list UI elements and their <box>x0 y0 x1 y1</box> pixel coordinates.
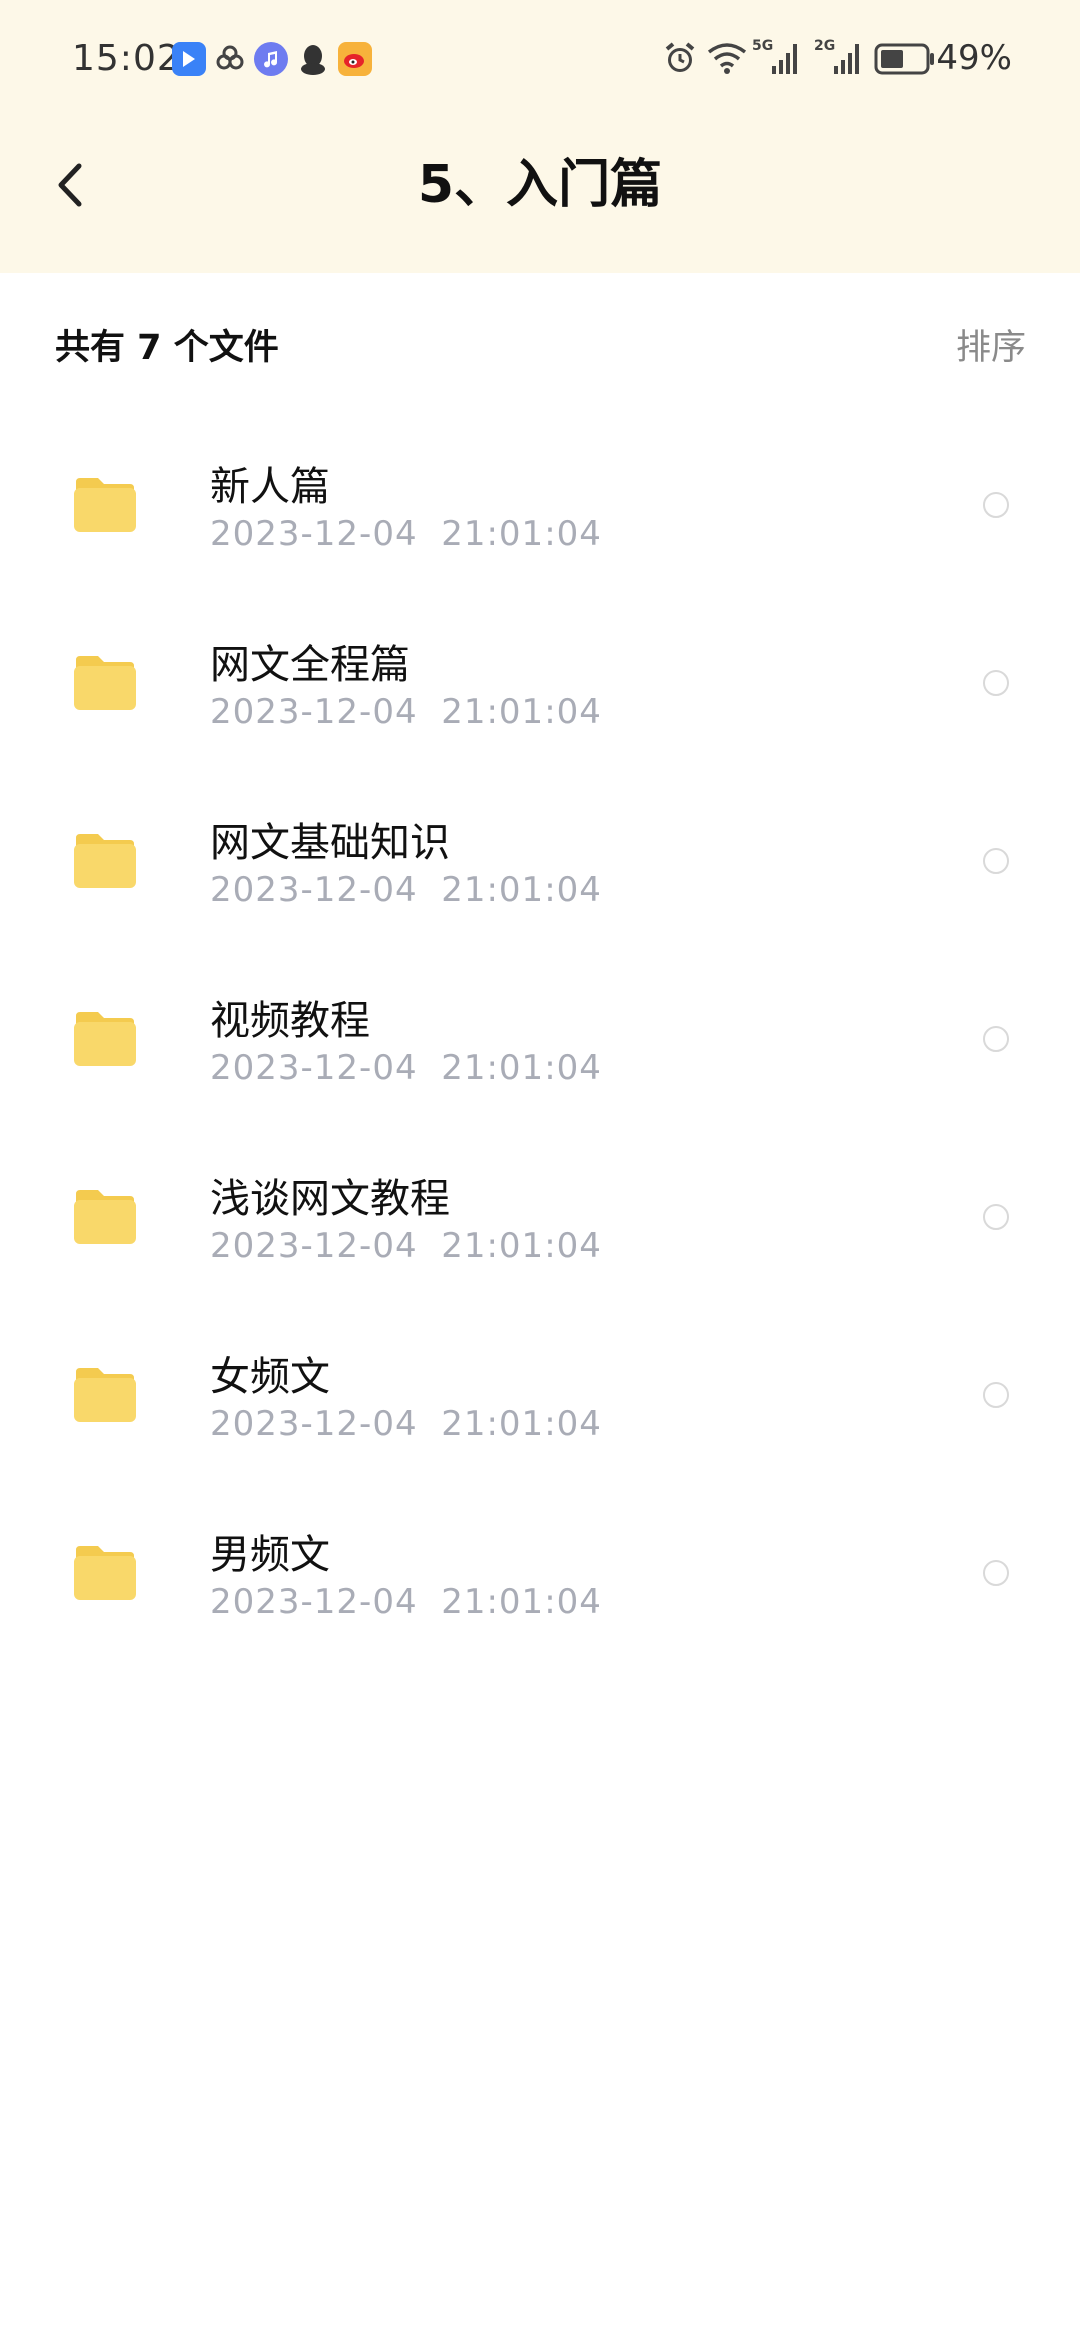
select-radio[interactable] <box>983 670 1009 696</box>
qq-penguin-icon <box>296 42 330 76</box>
list-item[interactable]: 视频教程 2023-12-04 21:01:04 <box>0 952 1080 1130</box>
folder-icon <box>72 1542 138 1602</box>
list-item[interactable]: 新人篇 2023-12-04 21:01:04 <box>0 418 1080 596</box>
select-radio[interactable] <box>983 1560 1009 1586</box>
weibo-icon <box>338 42 372 76</box>
select-radio[interactable] <box>983 492 1009 518</box>
select-radio[interactable] <box>983 1026 1009 1052</box>
status-bar: 15:02 5G 2G 49% <box>0 0 1080 120</box>
file-date: 2023-12-04 21:01:04 <box>210 1048 602 1088</box>
file-name: 浅谈网文教程 <box>210 1176 450 1222</box>
summary-row: 共有 7 个文件 排序 <box>0 273 1080 413</box>
folder-icon <box>72 1364 138 1424</box>
list-item[interactable]: 女频文 2023-12-04 21:01:04 <box>0 1308 1080 1486</box>
list-item[interactable]: 网文全程篇 2023-12-04 21:01:04 <box>0 596 1080 774</box>
file-name: 女频文 <box>210 1354 330 1400</box>
battery-icon <box>874 42 936 80</box>
folder-icon <box>72 652 138 712</box>
network-5g-label: 5G <box>752 38 774 54</box>
folder-icon <box>72 1186 138 1246</box>
folder-icon <box>72 1008 138 1068</box>
file-date: 2023-12-04 21:01:04 <box>210 514 602 554</box>
wifi-icon <box>706 40 748 80</box>
navigation-header: 5、入门篇 <box>0 120 1080 273</box>
file-date: 2023-12-04 21:01:04 <box>210 870 602 910</box>
select-radio[interactable] <box>983 848 1009 874</box>
arrow-app-icon <box>172 42 206 76</box>
link-app-icon <box>213 42 247 76</box>
sort-button[interactable]: 排序 <box>956 319 1026 370</box>
battery-percent: 49% <box>936 38 1012 78</box>
file-name: 视频教程 <box>210 998 370 1044</box>
list-item[interactable]: 浅谈网文教程 2023-12-04 21:01:04 <box>0 1130 1080 1308</box>
file-name: 新人篇 <box>210 464 330 510</box>
file-date: 2023-12-04 21:01:04 <box>210 692 602 732</box>
select-radio[interactable] <box>983 1204 1009 1230</box>
folder-icon <box>72 830 138 890</box>
music-app-icon <box>254 42 288 76</box>
list-item[interactable]: 网文基础知识 2023-12-04 21:01:04 <box>0 774 1080 952</box>
list-item[interactable]: 男频文 2023-12-04 21:01:04 <box>0 1486 1080 1664</box>
page-title: 5、入门篇 <box>417 155 663 215</box>
status-time: 15:02 <box>72 38 181 79</box>
network-2g-label: 2G <box>814 38 836 54</box>
file-name: 男频文 <box>210 1532 330 1578</box>
file-date: 2023-12-04 21:01:04 <box>210 1582 602 1622</box>
file-count: 共有 7 个文件 <box>55 328 279 368</box>
file-name: 网文基础知识 <box>210 820 450 866</box>
file-date: 2023-12-04 21:01:04 <box>210 1226 602 1266</box>
file-date: 2023-12-04 21:01:04 <box>210 1404 602 1444</box>
file-name: 网文全程篇 <box>210 642 410 688</box>
alarm-icon <box>662 40 698 80</box>
select-radio[interactable] <box>983 1382 1009 1408</box>
file-list: 新人篇 2023-12-04 21:01:04 网文全程篇 2023-12-04… <box>0 418 1080 1664</box>
folder-icon <box>72 474 138 534</box>
